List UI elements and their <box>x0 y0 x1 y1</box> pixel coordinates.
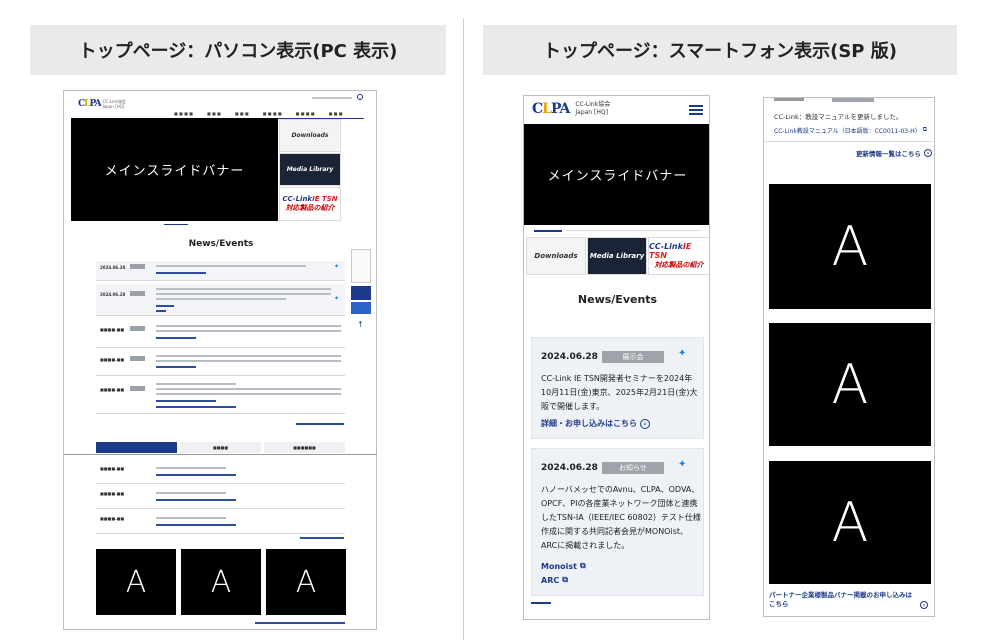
sp-news-card[interactable]: 2024.06.28 お知らせ ✦ ハノーバメッセでのAvnu、CLPA、ODV… <box>531 448 704 596</box>
news-category-badge: 展示会 <box>602 351 664 363</box>
sp-main-slide-banner[interactable]: メインスライドバナー <box>524 124 709 225</box>
pc-news-row[interactable]: ■■■■.■■ <box>96 378 345 414</box>
pc-partner-ad[interactable]: A <box>266 549 346 615</box>
pc-news-title: News/Events <box>188 239 254 249</box>
pc-side-info-box[interactable] <box>351 249 371 283</box>
sp2-top-badge <box>832 98 874 102</box>
pc-tab-2[interactable]: ■■■■ <box>180 442 261 453</box>
pc-partner-ad[interactable]: A <box>181 549 261 615</box>
sp-monoist-link[interactable]: Monoist ⧉ <box>541 561 586 571</box>
pin-icon: ✦ <box>678 459 687 470</box>
pc-tab-3[interactable]: ■■■■■■ <box>264 442 345 453</box>
sp2-rule <box>764 141 934 142</box>
pc-downloads-tile[interactable]: Downloads <box>279 119 341 152</box>
sp2-more-updates-link[interactable]: 更新情報一覧はこちら › <box>856 148 932 158</box>
sp2-partner-ad[interactable]: A <box>769 184 931 309</box>
pc-side-media-button[interactable] <box>351 286 371 300</box>
pc-partner-link[interactable] <box>255 622 345 624</box>
external-link-icon: ⧉ <box>922 126 928 133</box>
arrow-right-circle-icon: › <box>924 149 932 157</box>
sp-screenshot-top: CLPA CC-Link協会 Japan [HQ] メインスライドバナー Down… <box>523 95 710 620</box>
pc-main-slide-banner[interactable]: メインスライドバナー <box>71 118 278 221</box>
pc-section-rule <box>64 454 377 455</box>
pc-cclink-tsn-tile[interactable]: CC-LinkIE TSN 対応製品の紹介 <box>279 187 341 221</box>
sp2-update-text: CC-Link：教設マニュアルを更新しました。 <box>774 113 903 121</box>
pc-media-library-tile[interactable]: Media Library <box>279 153 341 186</box>
pin-icon: ✦ <box>678 348 687 359</box>
pc-slide-indicator[interactable] <box>164 224 188 225</box>
pc-update-row[interactable]: ■■■■.■■ <box>96 462 345 484</box>
hamburger-menu-icon[interactable] <box>689 103 703 117</box>
sp-apply-link[interactable]: 詳細・お申し込みはこちら › <box>541 418 650 429</box>
arrow-right-circle-icon: › <box>640 418 650 429</box>
sp-cclink-tsn-tile[interactable]: CC-LinkIE TSN 対応製品の紹介 <box>648 237 709 275</box>
external-link-icon: ⧉ <box>579 561 586 570</box>
pc-tab-active[interactable] <box>96 442 177 453</box>
pc-update-row[interactable]: ■■■■.■■ <box>96 487 345 509</box>
pc-logo[interactable]: CLPA CC-Link協会 Japan [HQ] <box>78 99 126 109</box>
sp-news-card[interactable]: 2024.06.28 展示会 ✦ CC-Link IE TSN開発者セミナーを2… <box>531 337 704 439</box>
sp-view-header: トップページ：スマートフォン表示(SP 版) <box>483 25 957 75</box>
pc-news-row[interactable]: ■■■■.■■ <box>96 320 345 348</box>
news-category-badge: お知らせ <box>602 462 664 474</box>
sp-arc-link[interactable]: ARC ⧉ <box>541 575 568 585</box>
sp-news-title: News/Events <box>577 293 658 306</box>
pc-scroll-top-icon[interactable]: ↑ <box>357 320 364 329</box>
sp-downloads-tile[interactable]: Downloads <box>526 237 586 275</box>
pc-news-row[interactable]: 2024.06.28 ✦ <box>96 284 345 316</box>
section-divider <box>463 18 464 640</box>
pc-news-row[interactable]: 2024.06.28 ✦ <box>96 261 345 281</box>
pc-update-more-link[interactable] <box>300 537 344 539</box>
external-link-icon: ⧉ <box>562 575 568 584</box>
pc-global-nav[interactable]: ■ ■ ■ ■ ■ ■ ■ ■ ■ ■ ■ ■ ■ ■ ■ ■ ■ ■ ■ ■ ■ <box>174 111 342 116</box>
search-icon[interactable] <box>357 94 363 100</box>
pc-update-row[interactable]: ■■■■.■■ <box>96 512 345 534</box>
sp-slide-indicator[interactable] <box>534 230 562 232</box>
sp-logo[interactable]: CLPA CC-Link協会 Japan [HQ] <box>532 101 610 117</box>
pin-icon: ✦ <box>333 295 339 302</box>
sp-media-library-tile[interactable]: Media Library <box>587 237 647 275</box>
pc-partner-ad[interactable]: A <box>96 549 176 615</box>
pc-news-row[interactable]: ■■■■.■■ <box>96 350 345 376</box>
sp2-manual-link[interactable]: CC-Link教設マニュアル（日本語版：CC0011-03-H） ⧉ <box>774 126 927 135</box>
pc-view-header: トップページ：パソコン表示(PC 表示) <box>30 25 446 75</box>
pc-news-more-link[interactable] <box>296 423 344 425</box>
pc-side-share-button[interactable] <box>351 302 371 314</box>
sp2-top-row <box>774 98 804 101</box>
sp2-partner-ad[interactable]: A <box>769 323 931 446</box>
pin-icon: ✦ <box>333 263 339 270</box>
arrow-right-circle-icon: › <box>920 601 928 609</box>
sp-scroll-indicator <box>531 602 551 604</box>
sp2-partner-banner-link[interactable]: パートナー企業様製品バナー掲載のお申し込みはこちら › <box>769 591 931 609</box>
sp-screenshot-bottom: CC-Link：教設マニュアルを更新しました。 CC-Link教設マニュアル（日… <box>763 97 935 617</box>
sp-slide-indicator-rest <box>566 230 701 231</box>
sp2-partner-ad[interactable]: A <box>769 461 931 584</box>
pc-top-links <box>312 97 352 99</box>
